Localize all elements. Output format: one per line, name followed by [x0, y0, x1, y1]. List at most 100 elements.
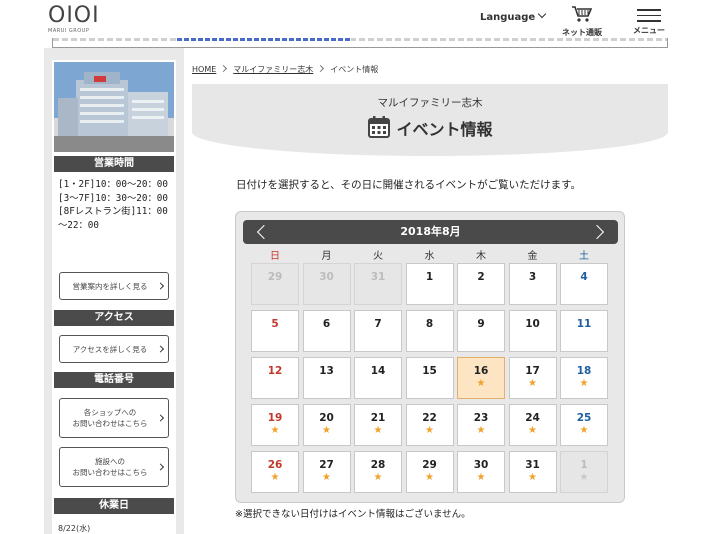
online-shop-button[interactable]: ネット通販 [559, 5, 605, 38]
calendar-day[interactable]: 31 ★ [508, 451, 557, 493]
calendar-month: 2018年8月 [400, 225, 461, 238]
day-number: 13 [319, 365, 334, 377]
day-number: 19 [267, 412, 283, 424]
day-number: 14 [370, 365, 386, 377]
chevron-right-icon [220, 64, 228, 73]
calendar-day[interactable]: 19 ★ [251, 404, 299, 446]
shop-contact-button[interactable]: 各ショップへの お問い合わせはこちら [59, 398, 169, 438]
calendar-day[interactable]: 13 [302, 357, 351, 399]
calendar-day[interactable]: 17 ★ [508, 357, 557, 399]
calendar-day[interactable]: 10 [508, 310, 557, 352]
weekday-label: 金 [527, 251, 538, 262]
calendar-day[interactable]: 7 [354, 310, 402, 352]
day-number: 2 [477, 271, 485, 283]
calendar-day[interactable]: 21 ★ [354, 404, 402, 446]
calendar-day[interactable]: 12 [251, 357, 299, 399]
calendar-day[interactable]: 25 ★ [560, 404, 608, 446]
day-number: 29 [267, 271, 283, 283]
closed-date: 8/22(水) [58, 524, 91, 533]
facility-contact-line1: 施設への [95, 457, 125, 466]
day-number: 31 [525, 459, 540, 471]
facility-contact-button[interactable]: 施設への お問い合わせはこちら [59, 447, 169, 487]
menu-label: メニュー [633, 25, 665, 35]
event-star-icon: ★ [528, 378, 537, 389]
hours-details-button[interactable]: 営業案内を詳しく見る [59, 272, 169, 300]
event-star-icon: ★ [476, 425, 486, 436]
access-details-label: アクセスを詳しく見る [72, 344, 148, 354]
closed-days-heading: 休業日 [54, 498, 174, 514]
day-number: 29 [422, 459, 437, 471]
calendar-day[interactable]: 9 [457, 310, 505, 352]
cart-label: ネット通販 [562, 28, 602, 37]
access-heading: アクセス [54, 310, 174, 326]
calendar-icon [368, 116, 391, 138]
chevron-right-icon [156, 282, 165, 290]
calendar-footnote: ※選択できない日付けはイベント情報はございません。 [235, 509, 471, 520]
breadcrumb-home[interactable]: HOME [192, 65, 216, 74]
access-details-button[interactable]: アクセスを詳しく見る [59, 335, 169, 363]
breadcrumb-current: イベント情報 [330, 65, 379, 74]
day-number: 22 [422, 412, 437, 424]
calendar-day[interactable]: 5 [251, 310, 299, 352]
calendar-day[interactable]: 18 ★ [560, 357, 608, 399]
marui-logo[interactable]: OIOI MARUI GROUP [48, 3, 104, 35]
logo-mark: OIOI [48, 3, 100, 28]
calendar-day[interactable]: 28 ★ [354, 451, 402, 493]
calendar-header: 2018年8月 [243, 220, 618, 244]
hamburger-icon-bar [637, 20, 661, 22]
logo-subtitle: MARUI GROUP [48, 28, 90, 34]
calendar-day[interactable]: 20 ★ [302, 404, 351, 446]
menu-button[interactable]: メニュー [630, 9, 668, 36]
day-number: 5 [271, 318, 279, 330]
calendar-day[interactable]: 26 ★ [251, 451, 299, 493]
event-star-icon: ★ [528, 425, 537, 436]
phone-heading: 電話番号 [54, 372, 174, 388]
next-month-button[interactable] [589, 224, 606, 240]
day-number: 21 [370, 412, 386, 424]
calendar-day[interactable]: 15 [405, 357, 454, 399]
calendar-day[interactable]: 16 ★ [457, 357, 505, 399]
banner-strip [52, 38, 668, 48]
event-star-icon: ★ [425, 472, 434, 483]
breadcrumb-store[interactable]: マルイファミリー志木 [233, 65, 313, 74]
calendar-day[interactable]: 29 ★ [405, 451, 454, 493]
calendar-day[interactable]: 3 [508, 263, 557, 305]
banner-link[interactable] [177, 38, 351, 41]
calendar-day: 30 [302, 263, 351, 305]
calendar-day[interactable]: 23 ★ [457, 404, 505, 446]
calendar-day[interactable]: 6 [302, 310, 351, 352]
calendar-day[interactable]: 2 [457, 263, 505, 305]
day-number: 30 [473, 459, 489, 471]
business-hours: [1・2F]10：00～20：00 [3～7F]10：30～20：00 [8Fレ… [58, 179, 168, 231]
calendar-day[interactable]: 4 [560, 263, 608, 305]
calendar-day: 1 ★ [560, 451, 608, 493]
language-label: Language [480, 12, 536, 23]
store-name: マルイファミリー志木 [377, 97, 483, 109]
shop-contact-line1: 各ショップへの [83, 408, 137, 417]
calendar-day[interactable]: 8 [405, 310, 454, 352]
day-number: 17 [525, 365, 540, 377]
calendar-day[interactable]: 27 ★ [302, 451, 351, 493]
day-number: 27 [319, 459, 334, 471]
calendar-day[interactable]: 22 ★ [405, 404, 454, 446]
chevron-right-icon [156, 345, 165, 353]
weekday-label: 日 [270, 251, 280, 262]
language-selector[interactable]: Language [480, 9, 547, 23]
day-number: 12 [267, 365, 283, 377]
day-number: 30 [319, 271, 334, 283]
calendar-day[interactable]: 14 [354, 357, 402, 399]
day-number: 10 [525, 318, 540, 330]
hamburger-icon-bar [637, 14, 661, 17]
chevron-right-icon [317, 64, 325, 73]
calendar-day[interactable]: 30 ★ [457, 451, 505, 493]
breadcrumb: HOME マルイファミリー志木 イベント情報 [192, 64, 378, 75]
calendar-day[interactable]: 11 [560, 310, 608, 352]
event-star-icon: ★ [270, 472, 280, 483]
weekday-label: 水 [424, 251, 435, 262]
event-star-icon: ★ [425, 425, 434, 436]
cart-icon [572, 6, 593, 22]
event-star-icon: ★ [373, 472, 383, 483]
calendar-day[interactable]: 1 [405, 263, 454, 305]
day-number: 28 [370, 459, 386, 471]
calendar-day[interactable]: 24 ★ [508, 404, 557, 446]
